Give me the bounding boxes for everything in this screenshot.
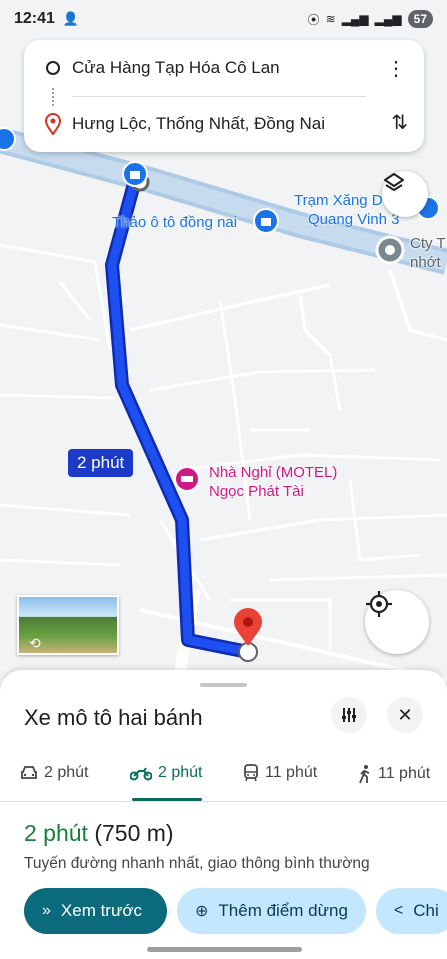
status-time: 12:41 bbox=[14, 10, 55, 27]
left-edge-poi-icon[interactable] bbox=[0, 127, 16, 151]
eta-time: 2 phút bbox=[24, 820, 88, 846]
route-summary: Tuyến đường nhanh nhất, giao thông bình … bbox=[24, 855, 370, 872]
status-bar: 12:41 👤 ⦿ ≋ ▂▄▆ ▂▄▆ 57 bbox=[0, 0, 447, 38]
hotel-poi-icon[interactable] bbox=[174, 466, 200, 492]
origin-circle-icon bbox=[46, 61, 60, 75]
share-button-label: Chi bbox=[413, 901, 439, 920]
poi-label-motel-line1: Nhà Nghỉ (MOTEL) bbox=[209, 464, 338, 481]
destination-row[interactable]: Hưng Lộc, Thống Nhất, Đồng Nai bbox=[24, 102, 424, 146]
poi-label-cty[interactable]: Cty T nhớt bbox=[410, 234, 446, 272]
crosshair-icon bbox=[366, 591, 392, 617]
preview-button-label: Xem trước bbox=[60, 901, 142, 920]
route-duration-badge[interactable]: 2 phút bbox=[68, 449, 134, 477]
share-icon: < bbox=[393, 902, 404, 919]
swap-directions-icon[interactable]: ⇅ bbox=[391, 110, 408, 135]
mode-tab-transit[interactable]: 11 phút bbox=[243, 764, 317, 782]
mode-label-motorbike: 2 phút bbox=[158, 764, 203, 781]
walk-icon bbox=[359, 765, 370, 784]
mode-tab-walk[interactable]: 11 phút bbox=[358, 764, 430, 784]
status-icons: ⦿ ≋ ▂▄▆ ▂▄▆ 57 bbox=[308, 10, 433, 28]
add-stop-button-label: Thêm điểm dừng bbox=[218, 901, 348, 920]
location-status-icon: ⦿ bbox=[307, 12, 320, 27]
signal-status-icon-2: ▂▄▆ bbox=[374, 12, 402, 26]
mode-tab-car[interactable]: 2 phút bbox=[20, 764, 88, 782]
mode-label-car: 2 phút bbox=[44, 764, 89, 781]
poi-label-motel[interactable]: Nhà Nghỉ (MOTEL) Ngọc Phát Tài bbox=[209, 463, 337, 501]
action-buttons: » Xem trước ⊕ Thêm điểm dừng < Chi bbox=[24, 888, 447, 934]
destination-field[interactable]: Hưng Lộc, Thống Nhất, Đồng Nai bbox=[72, 114, 325, 134]
directions-sheet: Xe mô tô hai bánh ✕ 2 phút 2 phút 11 phú… bbox=[0, 670, 447, 959]
preview-button[interactable]: » Xem trước bbox=[24, 888, 167, 934]
add-stop-button[interactable]: ⊕ Thêm điểm dừng bbox=[177, 888, 366, 934]
poi-label-cty-line2: nhớt bbox=[410, 254, 441, 271]
close-button[interactable]: ✕ bbox=[387, 697, 423, 733]
shop-poi-icon-2[interactable] bbox=[253, 208, 279, 234]
close-icon: ✕ bbox=[397, 704, 413, 725]
sheet-title: Xe mô tô hai bánh bbox=[24, 705, 203, 730]
eta-distance: (750 m) bbox=[94, 820, 174, 846]
shop-poi-icon[interactable] bbox=[122, 161, 148, 187]
battery-indicator: 57 bbox=[407, 10, 433, 28]
mode-label-walk: 11 phút bbox=[378, 765, 431, 782]
motorbike-icon bbox=[130, 767, 152, 781]
mode-label-transit: 11 phút bbox=[265, 764, 318, 781]
tune-icon bbox=[342, 708, 356, 722]
poi-label-thao-oto[interactable]: Thảo ô tô đồng nai bbox=[112, 213, 237, 232]
directions-card: Cửa Hàng Tạp Hóa Cô Lan Hưng Lộc, Thống … bbox=[24, 40, 424, 152]
route-options-button[interactable] bbox=[331, 697, 367, 733]
travel-mode-tabs: 2 phút 2 phút 11 phút 11 phút bbox=[0, 750, 447, 802]
more-options-icon[interactable]: ⋮ bbox=[386, 56, 406, 81]
directions-divider bbox=[72, 96, 366, 97]
double-chevron-icon: » bbox=[42, 902, 51, 919]
gesture-nav-bar[interactable] bbox=[147, 947, 302, 952]
my-location-button[interactable] bbox=[365, 590, 429, 654]
poi-label-tram-xang-line2: Quang Vinh 3 bbox=[308, 211, 400, 228]
street-view-thumbnail[interactable]: ⟲ bbox=[17, 595, 119, 655]
mode-tab-motorbike[interactable]: 2 phút bbox=[130, 764, 202, 782]
sheet-drag-handle[interactable] bbox=[200, 683, 247, 687]
car-icon bbox=[21, 766, 37, 779]
layers-button[interactable] bbox=[382, 171, 428, 217]
add-location-icon: ⊕ bbox=[195, 903, 209, 920]
signal-status-icon: ▂▄▆ bbox=[341, 12, 369, 26]
destination-pin-icon[interactable] bbox=[234, 608, 262, 646]
share-button[interactable]: < Chi bbox=[375, 888, 447, 934]
street-view-icon: ⟲ bbox=[29, 635, 41, 651]
origin-field[interactable]: Cửa Hàng Tạp Hóa Cô Lan bbox=[72, 58, 280, 78]
poi-label-cty-line1: Cty T bbox=[410, 235, 446, 252]
poi-label-motel-line2: Ngọc Phát Tài bbox=[209, 483, 304, 500]
origin-row[interactable]: Cửa Hàng Tạp Hóa Cô Lan bbox=[24, 46, 424, 90]
layers-icon bbox=[384, 173, 404, 191]
active-mode-indicator bbox=[132, 798, 202, 801]
wifi-status-icon: ≋ bbox=[325, 12, 336, 26]
place-poi-icon[interactable] bbox=[375, 235, 405, 265]
destination-pin-outline-icon bbox=[44, 113, 62, 135]
route-eta: 2 phút (750 m) bbox=[24, 820, 174, 847]
transit-icon bbox=[244, 764, 258, 782]
account-status-icon: 👤 bbox=[62, 11, 80, 26]
